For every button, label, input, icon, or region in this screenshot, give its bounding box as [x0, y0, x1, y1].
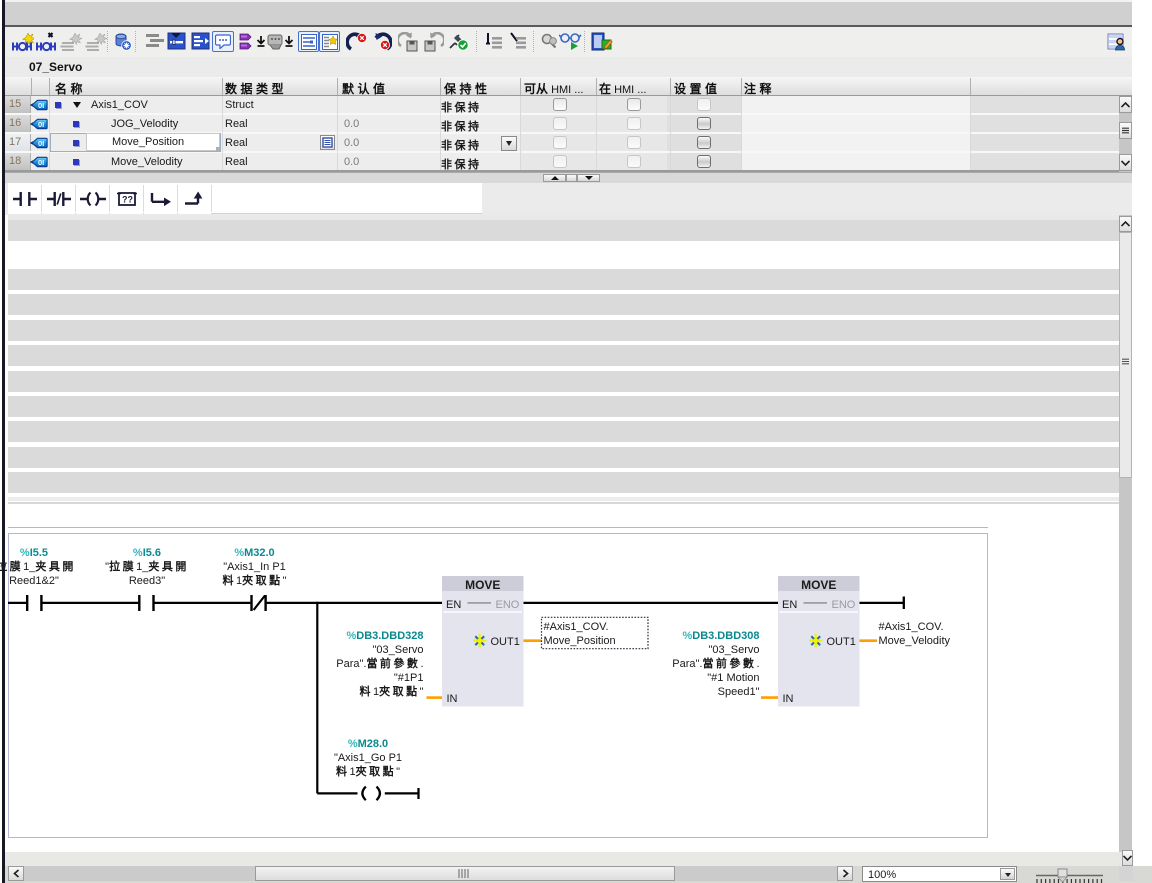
svg-text:??: ?? — [122, 194, 133, 204]
